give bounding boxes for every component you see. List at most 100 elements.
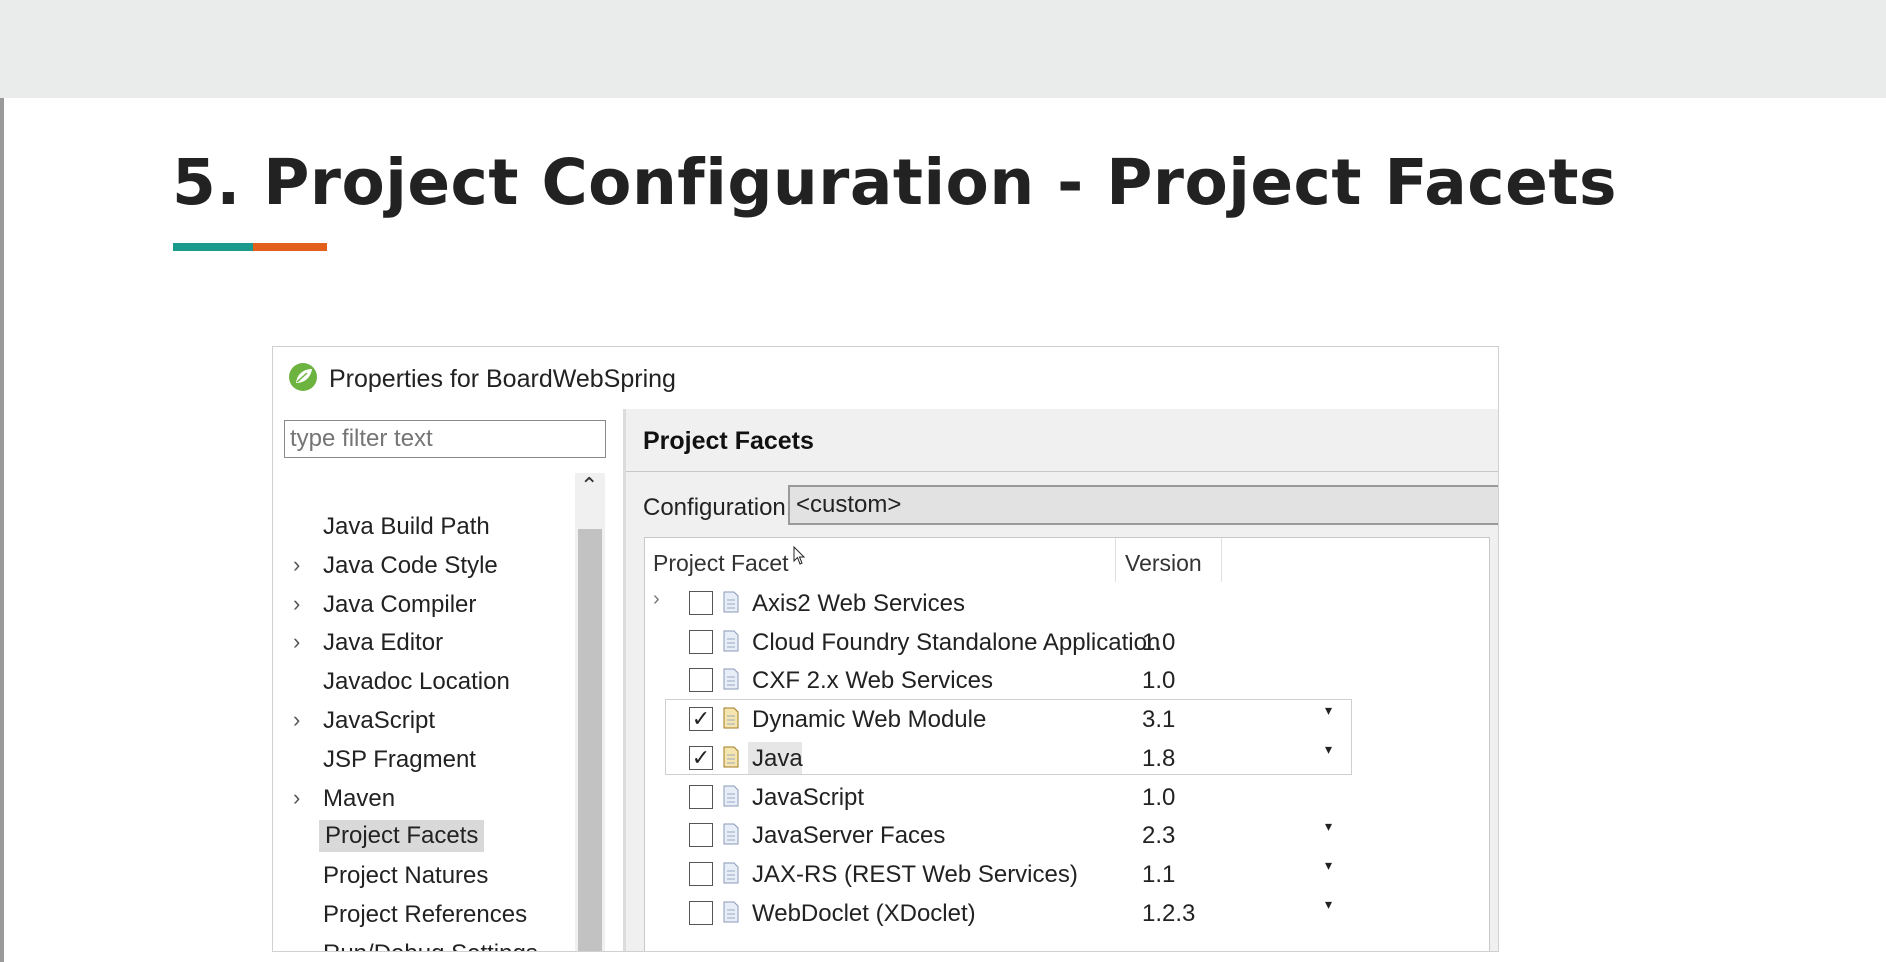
chevron-right-icon[interactable]: › [293,707,300,733]
scroll-up-icon[interactable]: ⌃ [580,473,598,499]
facet-row[interactable]: › Axis2 Web Services [645,584,1491,622]
facet-checkbox[interactable]: ✓ [689,745,713,770]
tree-item[interactable]: Javadoc Location [273,664,573,700]
facet-row[interactable]: JavaServer Faces 2.3 ▾ [645,816,1491,854]
chevron-right-icon[interactable]: › [293,591,300,617]
chevron-right-icon[interactable]: › [653,588,660,611]
tree-item[interactable]: › Java Compiler [273,587,573,623]
facet-version[interactable]: 3.1 [1142,706,1175,734]
filter-input[interactable] [284,420,606,458]
dropdown-arrow-icon[interactable]: ▾ [1325,818,1332,835]
chevron-right-icon[interactable]: › [293,552,300,578]
tree-item-label: Java Compiler [323,590,477,618]
dropdown-arrow-icon[interactable]: ▾ [1325,702,1332,719]
facet-version[interactable]: 1.1 [1142,861,1175,889]
spring-leaf-icon [289,363,317,391]
facet-version[interactable]: 2.3 [1142,822,1175,850]
tree-item[interactable]: Project Facets [273,819,573,855]
document-icon [723,785,739,806]
facet-row[interactable]: JAX-RS (REST Web Services) 1.1 ▾ [645,855,1491,893]
mouse-cursor-icon [793,546,806,565]
chevron-right-icon[interactable]: › [293,629,300,655]
tree-item-label: Java Code Style [323,551,498,579]
tree-item-label: JSP Fragment [323,745,476,773]
facet-checkbox[interactable]: ✓ [689,707,713,732]
facet-row[interactable]: Cloud Foundry Standalone Application 1.0 [645,623,1491,661]
tree-item-label: Project Natures [323,862,489,890]
facet-checkbox[interactable] [689,629,713,654]
top-band [0,0,1886,98]
document-icon [723,630,739,652]
facet-name: JAX-RS (REST Web Services) [752,860,1078,888]
facet-row[interactable]: JavaScript 1.0 [645,778,1491,816]
tree-item-label: JavaScript [323,707,436,734]
dropdown-arrow-icon[interactable]: ▾ [1325,741,1332,758]
configuration-select[interactable]: <custom> [788,485,1498,525]
page-title: Project Facets [643,427,814,455]
configuration-label: Configuration: [643,494,793,521]
tree-item[interactable]: › Java Editor [273,625,573,661]
tree-scrollbar-thumb[interactable] [578,529,602,951]
title-accent-orange [253,243,327,251]
tree-item[interactable]: JSP Fragment [273,742,573,778]
column-header-facet[interactable]: Project Facet [653,550,789,577]
facet-checkbox[interactable] [689,900,713,925]
facet-row[interactable]: WebDoclet (XDoclet) 1.2.3 ▾ [645,894,1491,932]
page-title-rule [626,471,1498,472]
facet-name: JavaServer Faces [752,822,946,850]
tree-item-label: Project Facets [319,820,485,853]
tree-item[interactable]: Java Build Path [273,509,573,545]
tree-item[interactable]: Project References [273,897,573,933]
facet-version: 1.0 [1142,628,1176,656]
tree-item-label: Run/Debug Settings [323,940,538,951]
column-separator[interactable] [1221,538,1222,582]
facet-row[interactable]: ✓ Java 1.8 ▾ [645,739,1491,777]
facet-active-icon [723,707,739,729]
dialog-titlebar: Properties for BoardWebSpring [273,347,1498,409]
tree-item-label: Maven [323,784,396,812]
document-icon [723,823,739,845]
facet-checkbox[interactable] [689,784,713,809]
chevron-right-icon[interactable]: › [293,785,300,811]
facet-row[interactable]: ✓ Dynamic Web Module 3.1 ▾ [645,700,1491,738]
tree-item[interactable]: Run/Debug Settings [273,936,573,951]
tree-item-label: Java Editor [323,629,444,657]
tree-item-label: Javadoc Location [323,668,510,696]
facets-table: Project Facet Version › Axis2 Web Service… [644,537,1491,951]
facet-checkbox[interactable] [689,591,713,615]
slide-title: 5. Project Configuration - Project Facet… [172,146,1617,219]
tree-item[interactable]: › Java Code Style [273,548,573,584]
facet-name: Dynamic Web Module [752,706,987,734]
dropdown-arrow-icon[interactable]: ▾ [1325,896,1332,913]
facet-row[interactable]: CXF 2.x Web Services 1.0 [645,661,1491,699]
facet-version[interactable]: 1.2.3 [1142,900,1195,928]
properties-dialog: Properties for BoardWebSpring Java Build… [272,346,1499,952]
document-icon [723,901,739,923]
title-accent-teal [173,243,253,251]
facet-checkbox[interactable] [689,861,713,886]
facet-name: Axis2 Web Services [752,590,965,617]
document-icon [723,668,739,690]
facet-name: Java [752,744,803,772]
dialog-title: Properties for BoardWebSpring [329,365,676,393]
facets-page: Project Facets Configuration: <custom> P… [626,409,1498,951]
document-icon [723,862,739,884]
facet-checkbox[interactable] [689,823,713,848]
tree-item-label: Java Build Path [323,513,490,540]
dropdown-arrow-icon[interactable]: ▾ [1325,857,1332,874]
tree-item[interactable]: Project Natures [273,858,573,894]
tree-item[interactable]: › Maven [273,781,573,817]
facet-active-icon [723,746,739,768]
tree-item[interactable]: › JavaScript [273,703,573,739]
facet-checkbox[interactable] [689,668,713,693]
facet-name: Cloud Foundry Standalone Application [752,628,1161,656]
facet-name: WebDoclet (XDoclet) [752,899,976,927]
column-header-version[interactable]: Version [1125,550,1202,577]
category-pane: Java Build Path › Java Code Style › Java Com… [273,409,623,951]
facet-name: CXF 2.x Web Services [752,667,993,695]
column-separator[interactable] [1115,538,1116,582]
facet-name: JavaScript [752,783,865,811]
facet-version: 1.0 [1142,667,1176,695]
facet-version[interactable]: 1.8 [1142,745,1175,773]
document-icon [723,591,739,613]
